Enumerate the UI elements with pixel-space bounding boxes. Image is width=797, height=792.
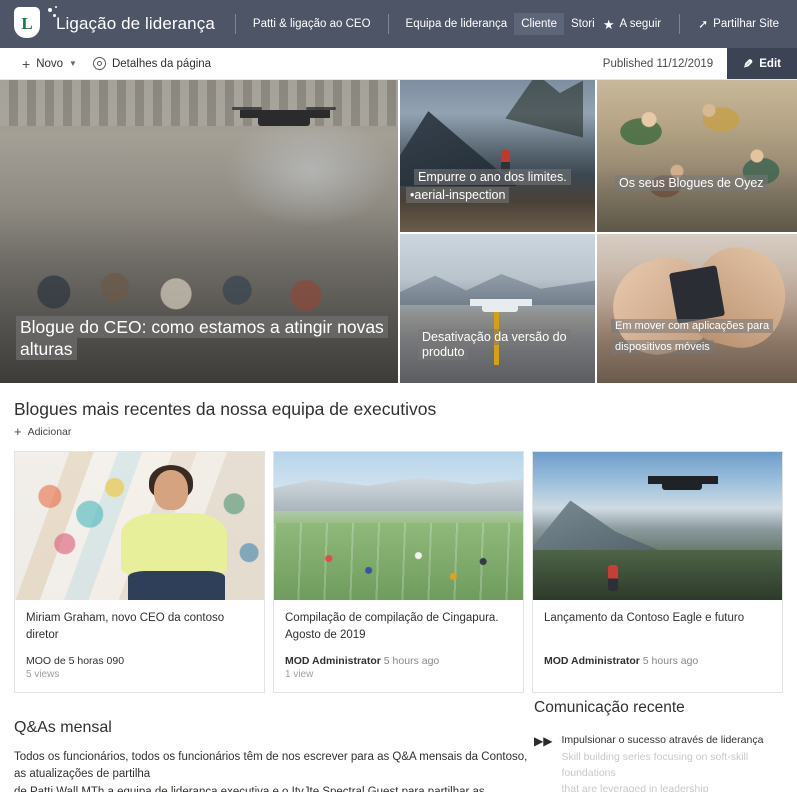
card-timestamp: 5 hours ago: [642, 655, 699, 667]
blog-card-miriam-graham[interactable]: Miriam Graham, novo CEO da contoso diret…: [14, 451, 265, 693]
drone-icon: [232, 107, 336, 126]
site-logo[interactable]: L: [14, 6, 57, 41]
hero-row-bottom: Desativação da versão do produto Em move…: [400, 231, 797, 383]
card-author: MOD Administrator: [285, 655, 381, 667]
comm-item-sub-2: that are leveraged in leadership: [561, 783, 709, 792]
page-details-button[interactable]: Detalhes da página: [85, 53, 219, 74]
hero-right-grid: Empurre o ano dos limites. •aerial-inspe…: [400, 80, 797, 383]
qa-line-1: Todos os funcionários, todos os funcioná…: [14, 751, 528, 781]
edit-label: Edit: [759, 57, 781, 70]
site-navigation: Patti & ligação ao CEO Equipa de lideran…: [246, 13, 595, 35]
command-bar: + Novo ▼ Detalhes da página Published 11…: [0, 48, 797, 80]
command-bar-right: Published 11/12/2019 ✎ Edit: [589, 48, 797, 79]
qa-paragraph: Todos os funcionários, todos os funcioná…: [14, 749, 534, 792]
share-icon: ➚: [698, 17, 709, 31]
bottom-section: Q&As mensal Todos os funcionários, todos…: [0, 693, 797, 792]
gear-icon: [92, 57, 106, 70]
drone-road-icon: [481, 299, 518, 313]
published-status: Published 11/12/2019: [602, 57, 714, 70]
follow-button[interactable]: ★ A seguir: [595, 13, 669, 36]
chevron-down-icon: ▼: [69, 59, 77, 68]
logo-letter: L: [21, 14, 33, 33]
nav-item-stories[interactable]: Stories: [564, 13, 595, 35]
header-actions: ★ A seguir ➚ Partilhar Site: [595, 13, 787, 36]
fast-forward-icon: ▶▶: [534, 734, 553, 748]
hero-caption-limits: Empurre o ano dos limites.: [414, 168, 571, 186]
hero-tile-limits[interactable]: Empurre o ano dos limites. •aerial-inspe…: [400, 80, 597, 232]
pencil-icon: ✎: [743, 56, 754, 71]
new-button[interactable]: + Novo ▼: [14, 52, 85, 76]
comm-list-item[interactable]: ▶▶ Impulsionar o sucesso através de lide…: [534, 733, 783, 792]
page-details-label: Detalhes da página: [111, 57, 212, 70]
card-meta: MOO de 5 horas 090 5 views: [26, 655, 253, 680]
header-divider-3: [679, 14, 681, 34]
plus-icon: +: [22, 55, 31, 72]
blog-card-list: Miriam Graham, novo CEO da contoso diret…: [14, 451, 783, 693]
comm-item-title: Impulsionar o sucesso através de lideran…: [561, 734, 764, 746]
nav-item-leadership-team[interactable]: Equipa de liderança: [399, 13, 515, 35]
hero-tile-product-deactivation[interactable]: Desativação da versão do produto: [400, 231, 597, 383]
card-image-woman: [15, 452, 264, 600]
card-author: MOD Administrator: [544, 655, 640, 667]
person-figure-icon: [115, 464, 230, 600]
card-body: Miriam Graham, novo CEO da contoso diret…: [15, 600, 264, 692]
blog-card-contoso-eagle[interactable]: Lançamento da Contoso Eagle e futuro MOD…: [532, 451, 783, 693]
card-author: MOO de 5 horas 090: [26, 655, 125, 667]
hero-caption-ceo-blog: Blogue do CEO: como estamos a atingir no…: [16, 316, 398, 361]
site-header: L Ligação de liderança Patti & ligação a…: [0, 0, 797, 48]
hero-image-mountain: [400, 80, 595, 232]
hero-tile-mobile-apps[interactable]: Em mover com aplicações para dispositivo…: [597, 231, 797, 383]
qa-line-2: de Patti Wall MTh a equipa de liderança …: [14, 785, 485, 792]
site-title: Ligação de liderança: [56, 14, 215, 33]
card-title: Lançamento da Contoso Eagle e futuro: [544, 612, 745, 624]
qa-column: Q&As mensal Todos os funcionários, todos…: [14, 693, 534, 792]
nav-item-patti-ceo[interactable]: Patti & ligação ao CEO: [246, 13, 378, 35]
card-title: Miriam Graham, novo CEO da contoso diret…: [26, 612, 225, 641]
hero-caption-oyez-blogs: Os seus Blogues de Oyez: [615, 174, 768, 192]
card-title: Compilação de compilação de Cingapura. A…: [285, 612, 499, 641]
card-image-campus: [274, 452, 523, 600]
plus-icon: +: [14, 424, 22, 439]
hero-section: Blogue do CEO: como estamos a atingir no…: [0, 80, 797, 383]
climber-figure-icon: [607, 565, 618, 592]
comm-item-sub-1: Skill building series focusing on soft-s…: [561, 750, 749, 779]
recent-communication-column: Comunicação recente ▶▶ Impulsionar o suc…: [534, 693, 783, 792]
qa-title: Q&As mensal: [14, 719, 112, 736]
card-image-drone-mountain: [533, 452, 782, 600]
nav-item-cliente[interactable]: Cliente: [514, 13, 565, 35]
comm-title: Comunicação recente: [534, 699, 685, 716]
blog-card-singapore[interactable]: Compilação de compilação de Cingapura. A…: [273, 451, 524, 693]
card-views: 1 view: [285, 669, 314, 680]
follow-label: A seguir: [619, 18, 662, 30]
edit-button[interactable]: ✎ Edit: [727, 48, 797, 79]
drone-icon: [662, 475, 703, 490]
card-body: Lançamento da Contoso Eagle e futuro MOD…: [533, 600, 782, 679]
card-views: 5 views: [26, 669, 60, 680]
hero-caption-mobile-apps: Em mover com aplicações para dispositivo…: [611, 316, 783, 357]
recent-blogs-section: Blogues mais recentes da nossa equipa de…: [0, 383, 797, 693]
add-blog-button[interactable]: + Adicionar: [14, 424, 71, 439]
share-site-button[interactable]: ➚ Partilhar Site: [690, 13, 787, 35]
hero-tile-oyez-blogs[interactable]: Os seus Blogues de Oyez: [597, 80, 797, 232]
people-figures-icon: [274, 452, 523, 600]
hero-subcaption-aerial-inspection: •aerial-inspection: [406, 186, 510, 204]
header-divider-2: [387, 14, 389, 34]
card-meta: MOD Administrator 5 hours ago 1 view: [285, 655, 512, 680]
star-icon: ★: [602, 16, 615, 32]
card-timestamp: 5 hours ago: [383, 655, 440, 667]
hero-caption-product-deactivation: Desativação da versão do produto: [418, 328, 595, 361]
add-label: Adicionar: [27, 425, 72, 438]
share-label: Partilhar Site: [713, 18, 779, 30]
hero-row-top: Empurre o ano dos limites. •aerial-inspe…: [400, 80, 797, 232]
hero-image-team: [597, 80, 797, 232]
new-label: Novo: [36, 57, 64, 70]
card-meta: MOD Administrator 5 hours ago: [544, 655, 771, 667]
shield-logo-icon: L: [14, 7, 40, 38]
hero-tile-ceo-blog[interactable]: Blogue do CEO: como estamos a atingir no…: [0, 80, 400, 383]
header-divider-1: [234, 14, 236, 34]
phone-device-icon: [668, 265, 726, 324]
card-body: Compilação de compilação de Cingapura. A…: [274, 600, 523, 692]
section-title-blogs: Blogues mais recentes da nossa equipa de…: [14, 399, 437, 419]
